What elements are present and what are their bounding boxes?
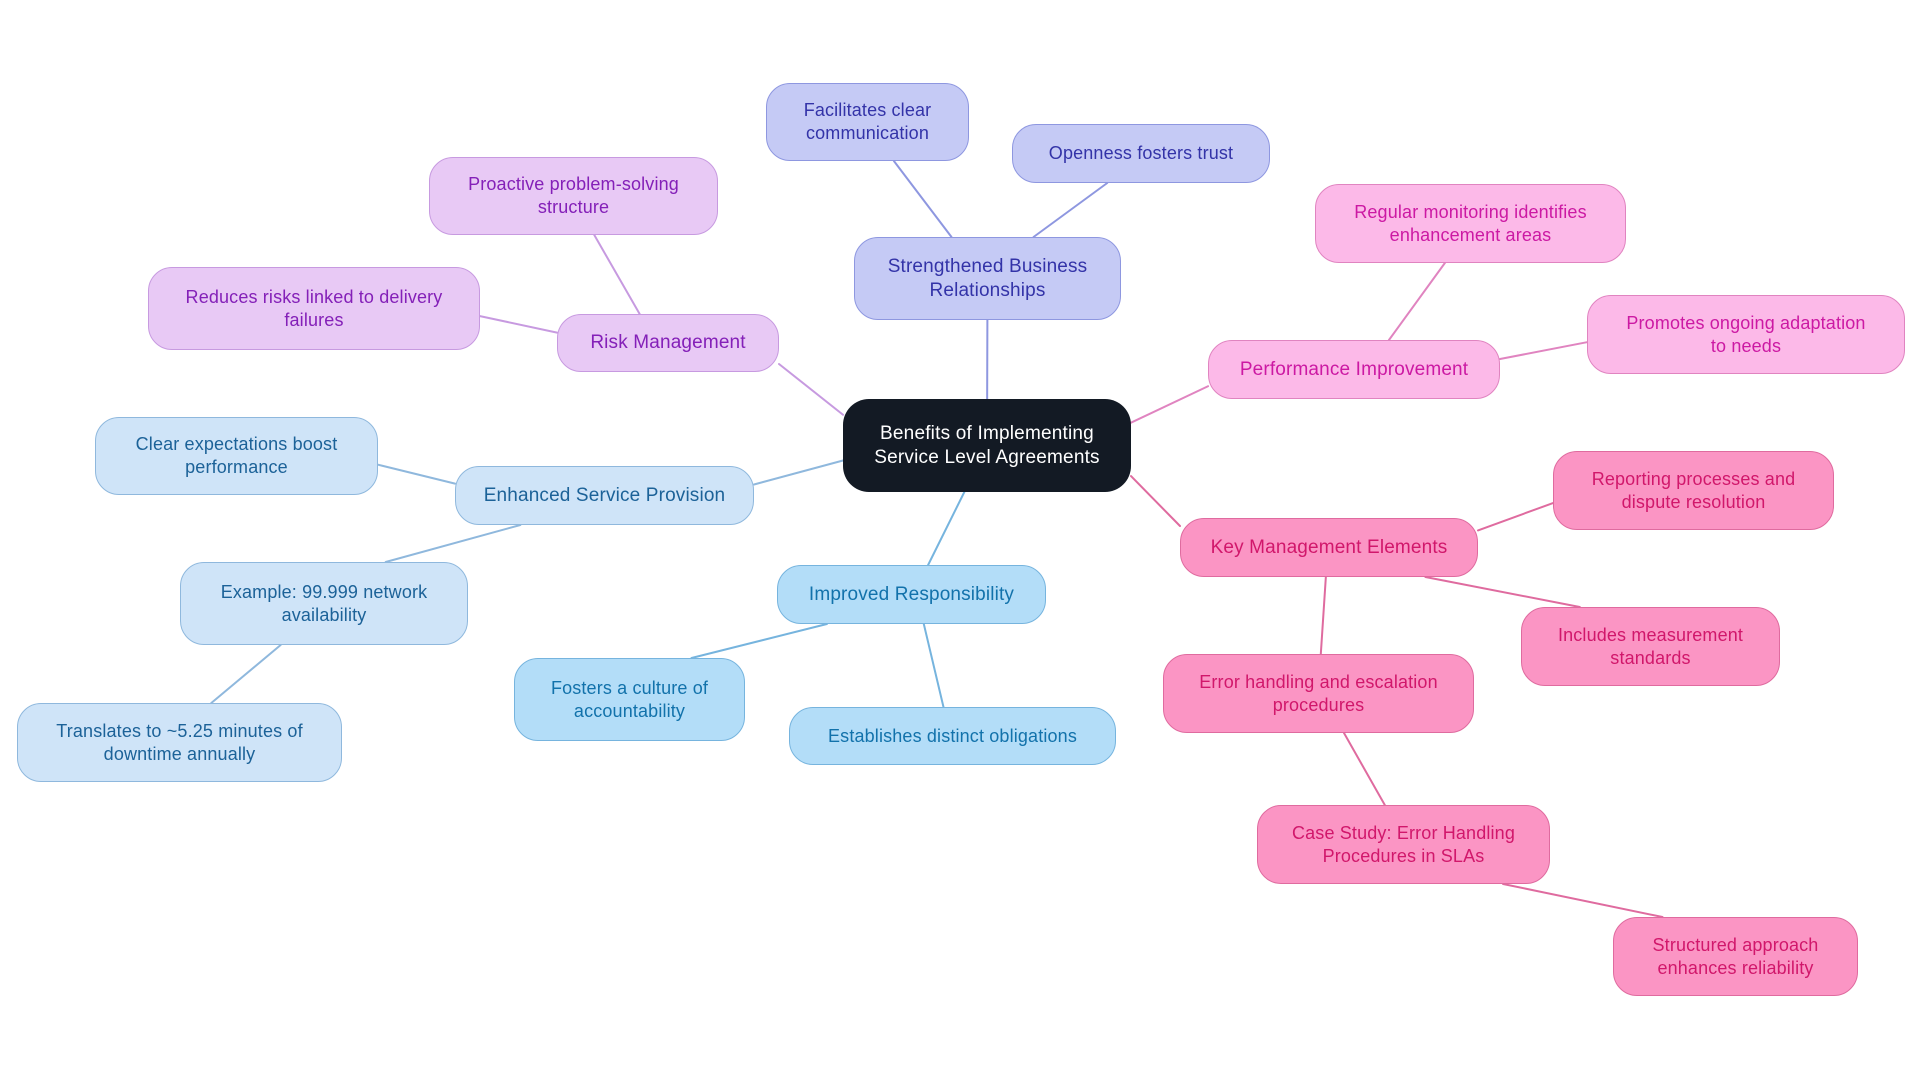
edge-key-management-elements-to-includes-measurement-standards bbox=[1424, 576, 1581, 608]
root-node-root[interactable]: Benefits of Implementing Service Level A… bbox=[843, 399, 1131, 492]
branch-node-risk-management[interactable]: Risk Management bbox=[557, 314, 779, 372]
leaf-node-example-99999-network-availability[interactable]: Example: 99.999 network availability bbox=[180, 562, 468, 645]
leaf-node-reduces-risks-linked-to-delivery-failures[interactable]: Reduces risks linked to delivery failure… bbox=[148, 267, 480, 350]
edge-root-to-performance-improvement bbox=[1130, 385, 1209, 424]
edge-improved-responsibility-to-fosters-a-culture-of-accountability bbox=[690, 623, 828, 659]
edge-error-handling-and-escalation-procedures-to-case-study-error-handling-procedures-in-slas bbox=[1343, 732, 1386, 806]
edge-root-to-enhanced-service-provision bbox=[753, 459, 844, 486]
leaf-node-regular-monitoring-identifies-enhancement-areas[interactable]: Regular monitoring identifies enhancemen… bbox=[1315, 184, 1626, 263]
leaf-node-clear-expectations-boost-performance[interactable]: Clear expectations boost performance bbox=[95, 417, 378, 495]
edge-strengthened-business-relationships-to-facilitates-clear-communication bbox=[892, 160, 953, 238]
leaf-node-case-study-error-handling-procedures-in-slas[interactable]: Case Study: Error Handling Procedures in… bbox=[1257, 805, 1550, 884]
leaf-node-facilitates-clear-communication[interactable]: Facilitates clear communication bbox=[766, 83, 969, 161]
leaf-node-error-handling-and-escalation-procedures[interactable]: Error handling and escalation procedures bbox=[1163, 654, 1474, 733]
branch-node-key-management-elements[interactable]: Key Management Elements bbox=[1180, 518, 1478, 577]
leaf-node-promotes-ongoing-adaptation-to-needs[interactable]: Promotes ongoing adaptation to needs bbox=[1587, 295, 1905, 374]
edge-root-to-key-management-elements bbox=[1130, 475, 1181, 527]
edge-key-management-elements-to-error-handling-and-escalation-procedures bbox=[1319, 576, 1327, 655]
edge-root-to-risk-management bbox=[778, 363, 844, 416]
branch-node-performance-improvement[interactable]: Performance Improvement bbox=[1208, 340, 1500, 399]
leaf-node-establishes-distinct-obligations[interactable]: Establishes distinct obligations bbox=[789, 707, 1116, 765]
leaf-node-reporting-processes-and-dispute-resolution[interactable]: Reporting processes and dispute resoluti… bbox=[1553, 451, 1834, 530]
edge-performance-improvement-to-promotes-ongoing-adaptation-to-needs bbox=[1499, 341, 1588, 360]
edge-example-99999-network-availability-to-translates-to-525-minutes-of-downtime-annually bbox=[210, 644, 282, 704]
leaf-node-proactive-problem-solving-structure[interactable]: Proactive problem-solving structure bbox=[429, 157, 718, 235]
branch-node-enhanced-service-provision[interactable]: Enhanced Service Provision bbox=[455, 466, 754, 525]
mindmap-canvas: Benefits of Implementing Service Level A… bbox=[0, 0, 1920, 1083]
edge-performance-improvement-to-regular-monitoring-identifies-enhancement-areas bbox=[1387, 262, 1446, 341]
leaf-node-openness-fosters-trust[interactable]: Openness fosters trust bbox=[1012, 124, 1270, 183]
edge-case-study-error-handling-procedures-in-slas-to-structured-approach-enhances-reliability bbox=[1502, 883, 1664, 918]
branch-node-improved-responsibility[interactable]: Improved Responsibility bbox=[777, 565, 1046, 624]
leaf-node-translates-to-525-minutes-of-downtime-annually[interactable]: Translates to ~5.25 minutes of downtime … bbox=[17, 703, 342, 782]
edge-risk-management-to-reduces-risks-linked-to-delivery-failures bbox=[479, 315, 558, 334]
edge-enhanced-service-provision-to-example-99999-network-availability bbox=[384, 524, 522, 563]
edge-improved-responsibility-to-establishes-distinct-obligations bbox=[922, 623, 945, 708]
leaf-node-fosters-a-culture-of-accountability[interactable]: Fosters a culture of accountability bbox=[514, 658, 745, 741]
leaf-node-structured-approach-enhances-reliability[interactable]: Structured approach enhances reliability bbox=[1613, 917, 1858, 996]
edge-risk-management-to-proactive-problem-solving-structure bbox=[593, 234, 641, 315]
leaf-node-includes-measurement-standards[interactable]: Includes measurement standards bbox=[1521, 607, 1780, 686]
edge-strengthened-business-relationships-to-openness-fosters-trust bbox=[1032, 182, 1109, 238]
edge-root-to-improved-responsibility bbox=[927, 491, 966, 566]
edge-key-management-elements-to-reporting-processes-and-dispute-resolution bbox=[1477, 502, 1554, 532]
branch-node-strengthened-business-relationships[interactable]: Strengthened Business Relationships bbox=[854, 237, 1121, 320]
edge-enhanced-service-provision-to-clear-expectations-boost-performance bbox=[377, 463, 456, 485]
